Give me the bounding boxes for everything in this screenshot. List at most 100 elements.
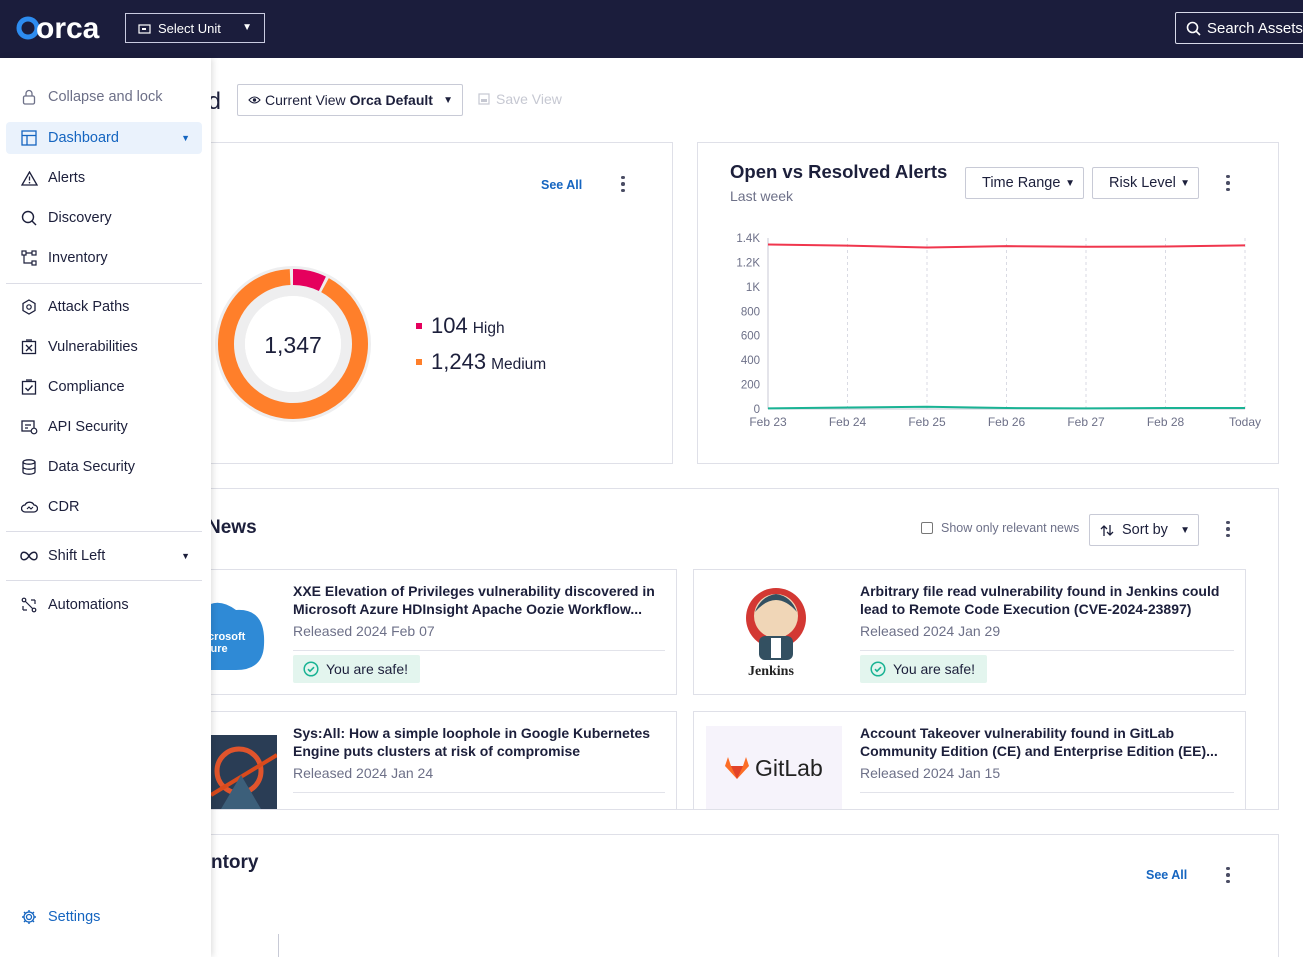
- more-options-icon[interactable]: [1219, 172, 1237, 194]
- time-range-dropdown[interactable]: Time Range ▼: [965, 167, 1084, 199]
- y-tick-label: 400: [741, 355, 760, 367]
- news-item-gke[interactable]: Sys:All: How a simple loophole in Google…: [190, 711, 677, 809]
- more-options-icon[interactable]: [1219, 518, 1237, 540]
- sidebar-item-shift-left[interactable]: Shift Left ▼: [6, 540, 202, 572]
- sidebar-item-label: Data Security: [48, 459, 136, 475]
- check-circle-icon: [303, 661, 319, 677]
- sidebar-item-settings[interactable]: Settings: [6, 901, 202, 933]
- legend-swatch-medium: [416, 359, 422, 365]
- sidebar-item-inventory[interactable]: Inventory: [6, 242, 202, 274]
- sidebar-item-cdr[interactable]: CDR: [6, 491, 202, 523]
- save-view-button[interactable]: Save View: [478, 91, 562, 107]
- top-bar: orca Select Unit ▼ Search Assets,: [0, 0, 1303, 58]
- gitlab-fox-icon: [725, 757, 749, 779]
- sidebar-item-dashboard[interactable]: Dashboard ▼: [6, 122, 202, 154]
- see-all-link[interactable]: See All: [541, 178, 582, 192]
- sort-by-dropdown[interactable]: Sort by ▼: [1089, 514, 1199, 546]
- inventory-axis-line: [278, 934, 279, 957]
- news-date: Released 2024 Jan 15: [860, 765, 1001, 781]
- news-date: Released 2024 Jan 29: [860, 623, 1001, 639]
- attack-paths-icon: [20, 298, 38, 316]
- unit-icon: [138, 23, 151, 34]
- collapse-and-lock-button[interactable]: Collapse and lock: [6, 81, 202, 113]
- svg-text:orca: orca: [36, 12, 100, 45]
- legend-high[interactable]: 104 High: [416, 313, 505, 339]
- see-all-link[interactable]: See All: [1146, 868, 1187, 882]
- alerts-by-risk-card: See All 1,347 104 High 1,243 Medium: [190, 142, 673, 464]
- chart-subtitle: Last week: [730, 188, 794, 204]
- y-tick-label: 0: [754, 404, 760, 416]
- time-range-label: Time Range: [982, 175, 1061, 191]
- legend-medium[interactable]: 1,243 Medium: [416, 349, 546, 375]
- chevron-down-icon: ▼: [1065, 177, 1075, 189]
- y-tick-label: 1K: [746, 282, 760, 294]
- gitlab-logo-text: GitLab: [755, 754, 823, 781]
- sidebar-item-label: Attack Paths: [48, 299, 130, 315]
- news-item-jenkins[interactable]: Jenkins Arbitrary file read vulnerabilit…: [693, 569, 1246, 695]
- cloud-icon: [20, 498, 38, 516]
- dashboard-icon: [20, 129, 38, 147]
- divider: [293, 650, 665, 651]
- more-options-icon[interactable]: [1219, 864, 1237, 886]
- sidebar-item-data-security[interactable]: Data Security: [6, 451, 202, 483]
- news-date: Released 2024 Feb 07: [293, 623, 435, 639]
- page-title: d: [211, 88, 221, 115]
- collapse-label: Collapse and lock: [48, 89, 163, 105]
- news-headline[interactable]: Sys:All: How a simple loophole in Google…: [293, 724, 663, 760]
- sidebar-item-label: Shift Left: [48, 548, 106, 564]
- sidebar: Collapse and lock Dashboard ▼ Alerts Dis…: [0, 58, 211, 957]
- checkbox[interactable]: [921, 522, 933, 534]
- sidebar-item-vulnerabilities[interactable]: Vulnerabilities: [6, 331, 202, 363]
- news-item-gitlab[interactable]: GitLab Account Takeover vulnerability fo…: [693, 711, 1246, 809]
- jenkins-logo-text: Jenkins: [748, 664, 794, 679]
- inventory-title: ntory: [211, 852, 259, 873]
- chevron-down-icon: ▼: [181, 551, 190, 561]
- sidebar-item-alerts[interactable]: Alerts: [6, 162, 202, 194]
- chevron-down-icon: ▼: [1180, 177, 1190, 189]
- sidebar-item-api-security[interactable]: API Security: [6, 411, 202, 443]
- more-options-icon[interactable]: [614, 173, 632, 195]
- news-headline[interactable]: Account Takeover vulnerability found in …: [860, 724, 1230, 760]
- select-unit-dropdown[interactable]: Select Unit ▼: [125, 13, 265, 43]
- safe-label: You are safe!: [893, 661, 975, 677]
- azure-logo-text: icrosoft zure: [205, 631, 246, 655]
- x-tick-label: Feb 28: [1147, 415, 1185, 429]
- legend-medium-label: Medium: [491, 356, 547, 373]
- chevron-down-icon: ▼: [443, 94, 453, 106]
- inventory-icon: [20, 249, 38, 267]
- sidebar-item-label: Automations: [48, 597, 129, 613]
- risk-level-dropdown[interactable]: Risk Level ▼: [1092, 167, 1199, 199]
- search-input[interactable]: Search Assets,: [1175, 12, 1303, 44]
- x-tick-label: Feb 26: [988, 415, 1026, 429]
- news-headline[interactable]: Arbitrary file read vulnerability found …: [860, 582, 1230, 618]
- vulnerabilities-icon: [20, 338, 38, 356]
- chart-title: Open vs Resolved Alerts: [730, 161, 948, 182]
- api-security-icon: [20, 418, 38, 436]
- current-view-value: Orca Default: [349, 92, 433, 108]
- orca-logo[interactable]: orca: [16, 10, 106, 46]
- series-line-1: [767, 405, 1245, 410]
- sidebar-item-label: Inventory: [48, 250, 108, 266]
- current-view-dropdown[interactable]: Current View Orca Default ▼: [237, 84, 463, 116]
- sidebar-item-label: Alerts: [48, 170, 86, 186]
- chevron-down-icon: ▼: [242, 22, 252, 33]
- sidebar-item-discovery[interactable]: Discovery: [6, 202, 202, 234]
- sidebar-divider: [6, 283, 202, 284]
- gitlab-logo: GitLab: [706, 726, 842, 809]
- sidebar-item-automations[interactable]: Automations: [6, 589, 202, 621]
- news-headline[interactable]: XXE Elevation of Privileges vulnerabilit…: [293, 582, 663, 618]
- legend-high-value: 104: [431, 313, 468, 338]
- warning-icon: [20, 169, 38, 187]
- sidebar-item-label: Dashboard: [48, 130, 119, 146]
- sidebar-item-label: Discovery: [48, 210, 112, 226]
- x-tick-label: Feb 27: [1067, 415, 1105, 429]
- sidebar-item-attack-paths[interactable]: Attack Paths: [6, 291, 202, 323]
- show-relevant-news-checkbox[interactable]: Show only relevant news: [921, 521, 1079, 535]
- open-vs-resolved-line-chart: Feb 23 Feb 24 Feb 25 Feb 26 Feb 27 Feb 28 Toda…: [736, 233, 1261, 429]
- y-tick-label: 1.2K: [736, 257, 760, 269]
- compliance-icon: [20, 378, 38, 396]
- sidebar-item-compliance[interactable]: Compliance: [6, 371, 202, 403]
- y-tick-label: 200: [741, 380, 760, 392]
- x-tick-label: Feb 25: [908, 415, 946, 429]
- news-item-azure[interactable]: icrosoft zure XXE Elevation of Privilege…: [190, 569, 677, 695]
